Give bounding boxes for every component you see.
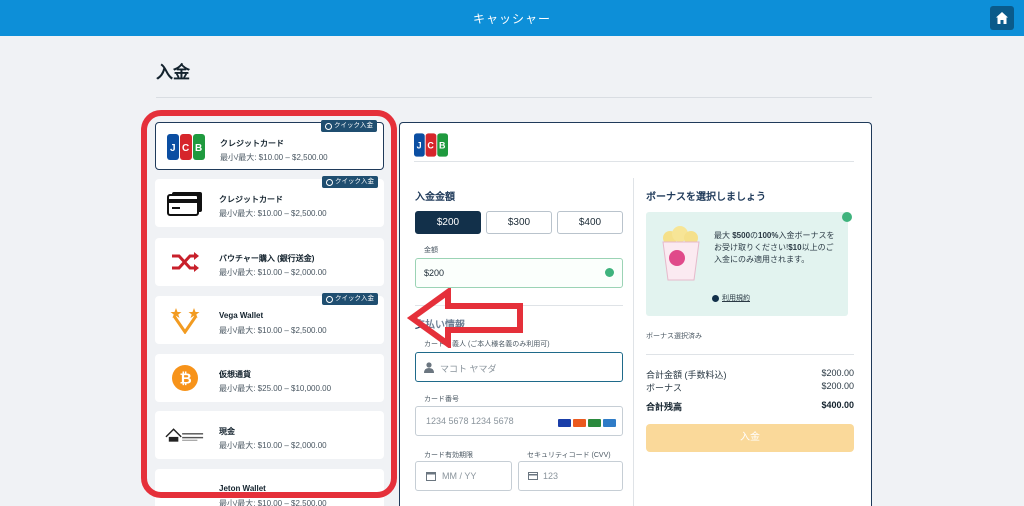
cvv-label: セキュリティコード (CVV) [527, 452, 611, 459]
expiry-placeholder: MM / YY [442, 471, 477, 481]
cvv-input[interactable]: 123 [518, 461, 623, 491]
amount-option-300[interactable]: $300 [486, 211, 552, 234]
payment-method-jeton-wallet[interactable]: Jeton Wallet 最小/最大: $10.00 – $2,500.00 [155, 469, 384, 506]
card-number-input[interactable]: 1234 5678 1234 5678 [415, 406, 623, 436]
credit-card-icon [165, 189, 205, 217]
jcb-icon [588, 419, 601, 427]
amount-label: 金額 [424, 247, 438, 254]
method-name: Jeton Wallet [219, 484, 266, 493]
method-name: バウチャー購入 (銀行送金) [219, 254, 315, 263]
method-name: Vega Wallet [219, 311, 264, 320]
quick-deposit-badge: クイック入金 [322, 293, 378, 305]
card-number-label: カード番号 [424, 396, 459, 403]
top-bar: キャッシャー [0, 0, 1024, 36]
amount-input[interactable]: $200 [415, 258, 623, 288]
card-holder-input[interactable]: マコト ヤマダ [415, 352, 623, 382]
card-brand-logos [558, 419, 616, 427]
home-icon [996, 12, 1008, 24]
bonus-description: 最大 $500の100%入金ボーナスをお受け取りください!$10以上のご入金にの… [714, 231, 835, 264]
terms-link[interactable]: 利用規約 [712, 293, 750, 303]
method-limits: 最小/最大: $10.00 – $2,500.00 [219, 326, 327, 335]
summary-balance-row: 合計残高 $400.00 [646, 400, 854, 412]
user-icon [424, 362, 434, 373]
bonus-selected-check-icon [842, 212, 852, 222]
bonus-section-title: ボーナスを選択しましょう [646, 192, 766, 203]
amex-icon [603, 419, 616, 427]
annotation-arrow [406, 288, 523, 348]
check-icon [605, 268, 614, 277]
vega-logo [165, 306, 205, 334]
svg-text:C: C [427, 141, 434, 151]
bonus-selected-text: ボーナス選択済み [646, 333, 702, 340]
amount-option-200[interactable]: $200 [415, 211, 481, 234]
expiry-input[interactable]: MM / YY [415, 461, 512, 491]
svg-text:J: J [170, 143, 176, 154]
expiry-label: カード有効期限 [424, 452, 473, 459]
jeton-logo [165, 479, 205, 506]
page-title: 入金 [156, 63, 190, 82]
divider [414, 161, 854, 162]
visa-icon [558, 419, 571, 427]
method-name: 仮想通貨 [219, 370, 251, 379]
amount-option-400[interactable]: $400 [557, 211, 623, 234]
method-limits: 最小/最大: $10.00 – $2,000.00 [219, 268, 327, 277]
payment-method-list: JCB クレジットカード 最小/最大: $10.00 – $2,500.00 ク… [155, 120, 385, 506]
svg-text:₿: ₿ [180, 370, 192, 388]
method-name: クレジットカード [219, 195, 283, 204]
payment-method-cash[interactable]: 現金 最小/最大: $10.00 – $2,000.00 [155, 411, 384, 459]
svg-text:B: B [195, 143, 202, 154]
svg-text:J: J [417, 141, 422, 151]
bitcoin-icon: ₿ [165, 364, 205, 392]
clock-icon [325, 122, 332, 130]
column-divider [633, 178, 634, 506]
summary-bonus-row: ボーナス $200.00 [646, 381, 854, 393]
method-name: 現金 [219, 427, 235, 436]
quick-deposit-badge: クイック入金 [321, 120, 377, 132]
method-limits: 最小/最大: $10.00 – $2,500.00 [219, 499, 327, 506]
mastercard-icon [573, 419, 586, 427]
info-icon [712, 294, 719, 302]
divider [156, 97, 872, 98]
home-button[interactable] [990, 6, 1014, 30]
cvv-placeholder: 123 [543, 471, 559, 481]
shuffle-icon [165, 248, 205, 276]
payment-method-vega-wallet[interactable]: Vega Wallet 最小/最大: $10.00 – $2,500.00 クイ… [155, 293, 384, 344]
holder-placeholder: マコト ヤマダ [440, 364, 497, 374]
card-icon [528, 472, 538, 480]
method-limits: 最小/最大: $10.00 – $2,500.00 [220, 153, 328, 162]
payment-method-voucher[interactable]: バウチャー購入 (銀行送金) 最小/最大: $10.00 – $2,000.00 [155, 238, 384, 286]
clock-icon [326, 178, 333, 186]
amount-section-title: 入金金額 [415, 192, 455, 203]
payment-method-credit-card-jcb[interactable]: JCB クレジットカード 最小/最大: $10.00 – $2,500.00 ク… [155, 120, 384, 170]
divider [646, 354, 854, 355]
jcb-logo: JCB [166, 133, 206, 161]
jcb-logo: JCB [414, 133, 448, 157]
payment-method-credit-card[interactable]: クレジットカード 最小/最大: $10.00 – $2,500.00 クイック入… [155, 176, 384, 227]
header-title: キャッシャー [472, 12, 551, 26]
method-limits: 最小/最大: $10.00 – $2,000.00 [219, 441, 327, 450]
payment-method-crypto[interactable]: ₿ 仮想通貨 最小/最大: $25.00 – $10,000.00 [155, 354, 384, 402]
clock-icon [326, 295, 333, 303]
method-limits: 最小/最大: $10.00 – $2,500.00 [219, 209, 327, 218]
calendar-icon [426, 472, 436, 481]
deposit-button[interactable]: 入金 [646, 424, 854, 452]
method-name: クレジットカード [220, 139, 284, 148]
svg-text:C: C [182, 143, 189, 154]
amount-value: $200 [424, 268, 445, 278]
popcorn-icon [662, 226, 700, 281]
summary-total-row: 合計金額 (手数料込) $200.00 [646, 368, 854, 380]
method-limits: 最小/最大: $25.00 – $10,000.00 [219, 384, 332, 393]
svg-text:B: B [439, 141, 446, 151]
cash-logo [165, 421, 205, 449]
quick-deposit-badge: クイック入金 [322, 176, 378, 188]
card-number-placeholder: 1234 5678 1234 5678 [426, 416, 514, 426]
